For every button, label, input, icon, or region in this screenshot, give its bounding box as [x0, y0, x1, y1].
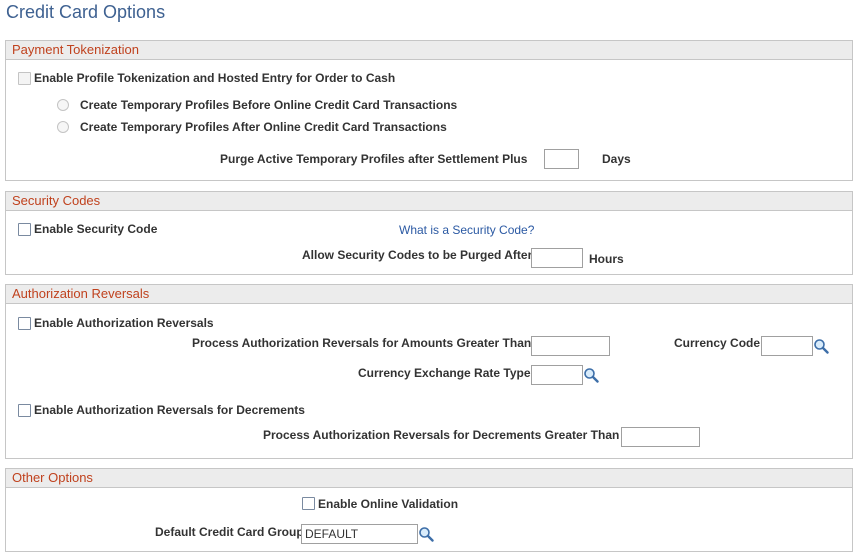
rate-type-lookup-icon[interactable]	[583, 367, 599, 383]
currency-code-lookup-icon[interactable]	[813, 338, 829, 354]
currency-code-input[interactable]	[761, 336, 813, 356]
rate-type-label: Currency Exchange Rate Type	[358, 366, 531, 380]
purge-security-codes-label: Allow Security Codes to be Purged After	[302, 248, 533, 262]
purge-hours-input[interactable]	[531, 248, 583, 268]
reversal-amount-input[interactable]	[531, 336, 610, 356]
enable-security-code-checkbox[interactable]	[18, 223, 31, 236]
currency-code-label: Currency Code	[674, 336, 761, 350]
enable-online-validation-checkbox[interactable]	[302, 497, 315, 510]
rate-type-input[interactable]	[531, 365, 583, 385]
enable-reversals-decrements-checkbox[interactable]	[18, 404, 31, 417]
section-header-other-options: Other Options	[6, 469, 852, 488]
enable-profile-tokenization-checkbox[interactable]	[18, 72, 31, 85]
reversal-decrements-input[interactable]	[621, 427, 700, 447]
hours-label: Hours	[589, 252, 624, 266]
section-header-security-codes: Security Codes	[6, 192, 852, 211]
enable-online-validation-label: Enable Online Validation	[318, 497, 459, 511]
section-header-payment-tokenization: Payment Tokenization	[6, 41, 852, 60]
reversal-decrements-label: Process Authorization Reversals for Decr…	[263, 428, 620, 442]
credit-card-group-lookup-icon[interactable]	[418, 526, 434, 542]
purge-days-input[interactable]	[544, 149, 579, 169]
default-credit-card-group-input[interactable]	[301, 524, 418, 544]
reversal-amount-label: Process Authorization Reversals for Amou…	[192, 336, 532, 350]
what-is-security-code-link[interactable]: What is a Security Code?	[399, 223, 534, 237]
create-before-label: Create Temporary Profiles Before Online …	[80, 98, 458, 112]
create-after-label: Create Temporary Profiles After Online C…	[80, 120, 447, 134]
enable-reversals-decrements-label: Enable Authorization Reversals for Decre…	[34, 403, 305, 417]
enable-authorization-reversals-label: Enable Authorization Reversals	[34, 316, 214, 330]
page-title: Credit Card Options	[6, 2, 166, 22]
purge-profiles-label: Purge Active Temporary Profiles after Se…	[220, 152, 528, 166]
create-before-radio[interactable]	[57, 99, 69, 111]
enable-profile-tokenization-label: Enable Profile Tokenization and Hosted E…	[34, 71, 396, 85]
enable-security-code-label: Enable Security Code	[34, 222, 158, 236]
enable-authorization-reversals-checkbox[interactable]	[18, 317, 31, 330]
days-label: Days	[602, 152, 631, 166]
create-after-radio[interactable]	[57, 121, 69, 133]
section-header-authorization-reversals: Authorization Reversals	[6, 285, 852, 304]
default-credit-card-group-label: Default Credit Card Group	[155, 525, 304, 539]
